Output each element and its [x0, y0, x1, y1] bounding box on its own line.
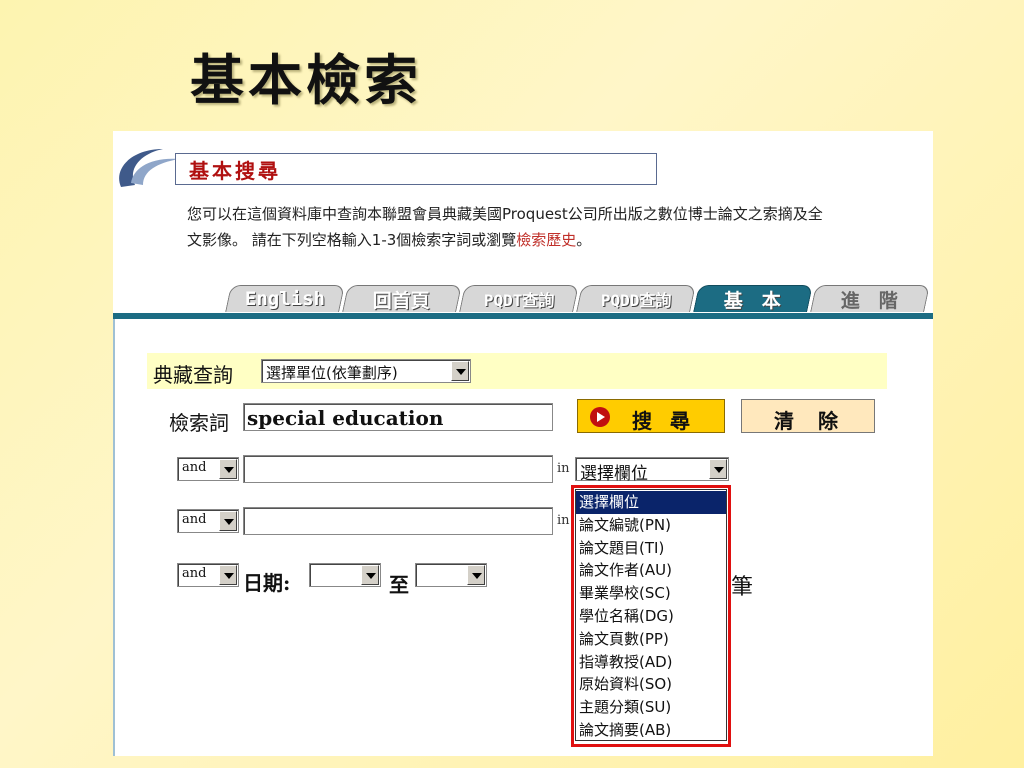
intro-line-1: 您可以在這個資料庫中查詢本聯盟會員典藏美國Proquest公司所出版之數位博士論… — [187, 205, 823, 223]
swoosh-logo-icon — [119, 149, 179, 187]
date-to-label: 至 — [389, 573, 409, 597]
intro-text: 您可以在這個資料庫中查詢本聯盟會員典藏美國Proquest公司所出版之數位博士論… — [187, 201, 933, 253]
intro-line-2-end: 。 — [576, 231, 592, 249]
tab-english[interactable]: English — [225, 285, 345, 312]
date-label: 日期: — [243, 571, 291, 595]
collection-select-value: 選擇單位(依筆劃序) — [266, 364, 398, 382]
partial-text: 筆 — [731, 575, 754, 600]
keyword-input[interactable]: special education — [243, 403, 553, 431]
operator-value-3: and — [182, 512, 207, 527]
chevron-down-icon[interactable] — [467, 565, 485, 585]
keyword-value: special education — [247, 406, 444, 430]
slide-title: 基本檢索 — [190, 48, 422, 112]
search-history-link[interactable]: 檢索歷史 — [516, 231, 576, 249]
search-form: 典藏查詢 選擇單位(依筆劃序) 檢索詞 special education 搜尋… — [113, 319, 933, 756]
in-label-2: in — [557, 461, 570, 476]
play-icon — [590, 407, 610, 427]
clear-button-label: 清除 — [774, 409, 862, 433]
collection-label: 典藏查詢 — [153, 363, 233, 387]
in-label-3: in — [557, 513, 570, 528]
chevron-down-icon[interactable] — [219, 459, 237, 479]
operator-value-4: and — [182, 566, 207, 581]
highlight-box — [571, 485, 731, 747]
keyword-label: 檢索詞 — [169, 411, 229, 435]
chevron-down-icon[interactable] — [709, 459, 727, 479]
field-select-2[interactable]: 選擇欄位 — [575, 457, 729, 484]
keyword-input-3[interactable] — [243, 507, 553, 535]
chevron-down-icon[interactable] — [219, 511, 237, 531]
tab-home[interactable]: 回首頁 — [342, 285, 462, 312]
chevron-down-icon[interactable] — [451, 361, 469, 381]
search-button-label: 搜尋 — [632, 409, 708, 433]
browser-screenshot: 基本搜尋 您可以在這個資料庫中查詢本聯盟會員典藏美國Proquest公司所出版之… — [113, 131, 933, 756]
collection-bar — [147, 353, 887, 389]
operator-select-4[interactable]: and — [177, 563, 239, 587]
header-band: 基本搜尋 您可以在這個資料庫中查詢本聯盟會員典藏美國Proquest公司所出版之… — [113, 131, 933, 319]
intro-line-2: 文影像。 請在下列空格輸入1-3個檢索字詞或瀏覽檢索歷史。 — [187, 227, 933, 253]
chevron-down-icon[interactable] — [361, 565, 379, 585]
search-button[interactable]: 搜尋 — [577, 399, 725, 433]
tab-basic[interactable]: 基 本 — [693, 285, 813, 312]
keyword-input-2[interactable] — [243, 455, 553, 483]
section-title: 基本搜尋 — [189, 159, 281, 183]
date-to-select[interactable] — [415, 563, 487, 587]
clear-button[interactable]: 清除 — [741, 399, 875, 433]
collection-select[interactable]: 選擇單位(依筆劃序) — [261, 359, 471, 383]
field-select-value-2: 選擇欄位 — [580, 464, 648, 484]
nav-tabs: English 回首頁 PQDT查詢 PQDD查詢 基 本 進 階 — [225, 285, 930, 313]
chevron-down-icon[interactable] — [219, 565, 237, 585]
tab-pqdt[interactable]: PQDT查詢 — [459, 285, 579, 312]
date-from-select[interactable] — [309, 563, 381, 587]
tab-pqdd[interactable]: PQDD查詢 — [576, 285, 696, 312]
tab-advanced[interactable]: 進 階 — [810, 285, 930, 312]
operator-select-2[interactable]: and — [177, 457, 239, 481]
operator-value-2: and — [182, 460, 207, 475]
intro-line-2-text: 文影像。 請在下列空格輸入1-3個檢索字詞或瀏覽 — [187, 231, 517, 249]
operator-select-3[interactable]: and — [177, 509, 239, 533]
